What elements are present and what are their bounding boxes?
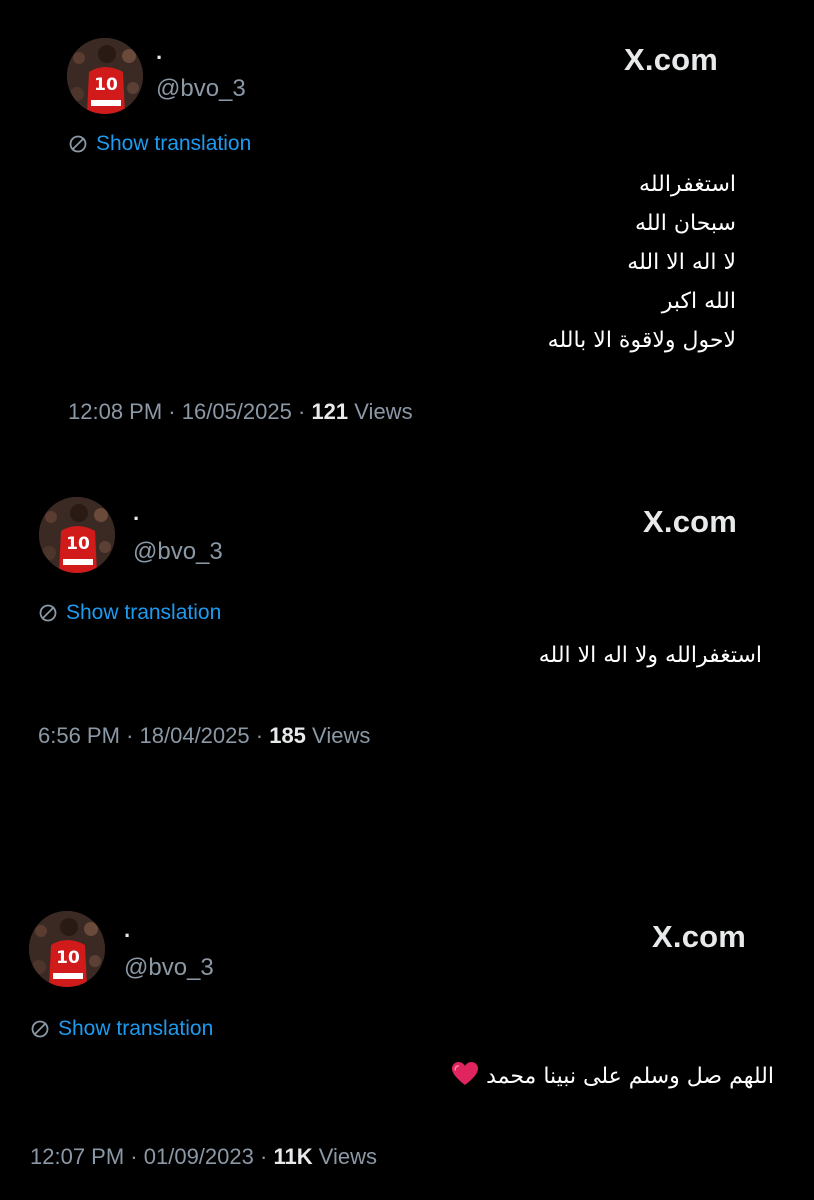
player-avatar-icon: 10 [67, 38, 143, 114]
tweet-date[interactable]: 16/05/2025 [182, 399, 292, 424]
tweet-meta: 12:08 PM · 16/05/2025 · 121 Views [68, 401, 413, 423]
views-label: Views [312, 723, 371, 748]
x-brand-label: X.com [643, 504, 738, 539]
player-avatar-icon: 10 [39, 497, 115, 573]
meta-separator: · [130, 1144, 144, 1169]
tweet-text-line: لا اله الا الله [627, 250, 736, 275]
user-handle[interactable]: @bvo_3 [156, 77, 246, 101]
player-avatar-icon: 10 [29, 911, 105, 987]
x-brand-label: X.com [624, 42, 719, 77]
translate-globe-icon [69, 135, 87, 152]
tweet-meta: 12:07 PM · 01/09/2023 · 11K Views [30, 1146, 377, 1168]
views-count[interactable]: 185 [269, 723, 306, 748]
views-label: Views [318, 1144, 378, 1169]
tweet-text-line: استغفرالله ولا اله الا الله [538, 643, 762, 668]
show-translation-link[interactable]: Show translation [68, 133, 251, 154]
display-name[interactable]: · [156, 47, 163, 69]
display-name[interactable]: · [124, 925, 131, 947]
show-translation-label: Show translation [58, 1017, 214, 1040]
translate-globe-icon [39, 604, 57, 621]
tweet-text-line: اللهم صل وسلم على نبينا محمد [486, 1064, 774, 1089]
meta-separator: · [255, 723, 270, 748]
meta-separator: · [126, 723, 140, 748]
tweet-date[interactable]: 18/04/2025 [140, 723, 250, 748]
views-count[interactable]: 11K [273, 1144, 312, 1169]
views-count[interactable]: 121 [311, 399, 348, 424]
tweet-text-line: الله اكبر [661, 289, 736, 314]
tweet-meta: 6:56 PM · 18/04/2025 · 185 Views [38, 725, 370, 747]
user-handle[interactable]: @bvo_3 [133, 540, 223, 564]
show-translation-label: Show translation [66, 601, 222, 624]
tweet-time[interactable]: 12:07 PM [30, 1144, 124, 1169]
show-translation-link[interactable]: Show translation [30, 1018, 213, 1039]
translate-globe-icon [31, 1020, 49, 1037]
meta-separator: · [168, 399, 182, 424]
svg-text:10: 10 [56, 948, 80, 968]
meta-separator: · [297, 399, 312, 424]
show-translation-link[interactable]: Show translation [38, 602, 221, 623]
user-handle[interactable]: @bvo_3 [124, 956, 214, 980]
avatar[interactable]: 10 [67, 38, 143, 114]
svg-text:10: 10 [66, 534, 90, 554]
x-brand-label: X.com [652, 919, 747, 954]
tweet-time[interactable]: 12:08 PM [68, 399, 162, 424]
avatar[interactable]: 10 [39, 497, 115, 573]
tweet-text-line: استغفرالله [639, 172, 736, 197]
tweet-date[interactable]: 01/09/2023 [144, 1144, 254, 1169]
display-name[interactable]: · [133, 508, 140, 530]
red-heart-icon [452, 1062, 479, 1085]
tweet-text: اللهم صل وسلم على نبينا محمد [447, 1057, 774, 1096]
tweet-text-line: سبحان الله [634, 211, 736, 236]
tweet-text: استغفرالله سبحان الله لا اله الا الله ال… [548, 165, 736, 360]
views-label: Views [354, 399, 413, 424]
tweet-time[interactable]: 6:56 PM [38, 723, 120, 748]
svg-text:10: 10 [94, 75, 118, 95]
meta-separator: · [259, 1144, 274, 1169]
tweet-text: استغفرالله ولا اله الا الله [539, 636, 762, 675]
tweet-text-line: لاحول ولاقوة الا بالله [547, 328, 736, 353]
show-translation-label: Show translation [96, 132, 252, 155]
avatar[interactable]: 10 [29, 911, 105, 987]
